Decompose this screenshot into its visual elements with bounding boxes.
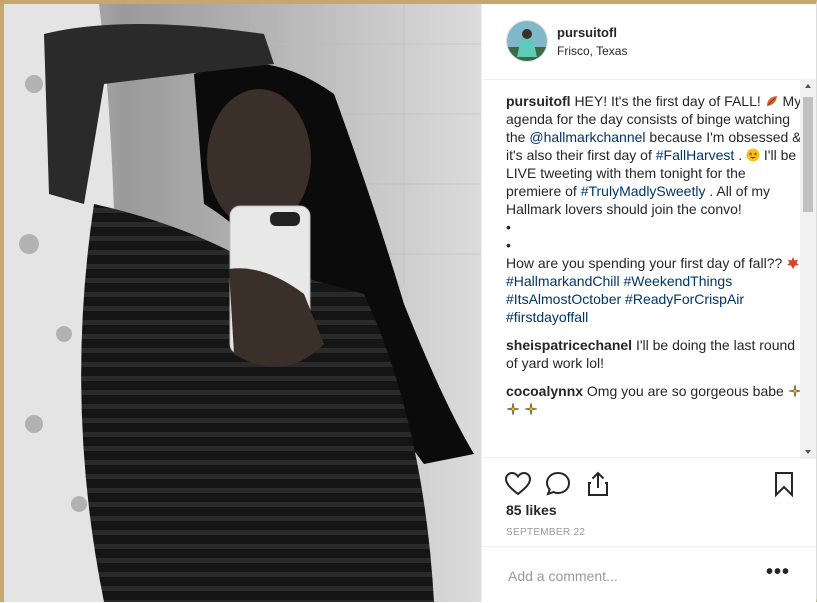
post-photo[interactable] (4, 4, 481, 602)
comment-username[interactable]: cocoalynnx (506, 383, 583, 399)
comment-text: Omg you are so gorgeous babe (587, 383, 788, 399)
leaf-emoji (786, 256, 800, 270)
mention-link[interactable]: @hallmarkchannel (529, 129, 645, 145)
add-comment-bar: ••• (482, 546, 816, 603)
scrollbar-thumb[interactable] (803, 97, 813, 212)
selfie-image (4, 4, 481, 602)
hashtag-link[interactable]: #firstdayoffall (506, 309, 588, 325)
add-comment-input[interactable] (506, 564, 760, 588)
caption-text: . (734, 147, 746, 163)
post-date: SEPTEMBER 22 (506, 527, 585, 538)
post-header: pursuitofl Frisco, Texas (482, 4, 816, 80)
avatar[interactable] (506, 20, 548, 62)
hashtag-link[interactable]: #ItsAlmostOctober (506, 291, 621, 307)
bookmark-icon[interactable] (770, 470, 798, 498)
hashtag-link[interactable]: #HallmarkandChill (506, 273, 620, 289)
bullet: • (506, 236, 804, 254)
comments-list[interactable]: pursuitofl HEY! It's the first day of FA… (506, 92, 804, 457)
share-icon[interactable] (584, 470, 612, 498)
hashtag-link[interactable]: #TrulyMadlySweetly (581, 183, 706, 199)
caption-username[interactable]: pursuitofl (506, 93, 571, 109)
comment-icon[interactable] (544, 470, 572, 498)
caption-text: How are you spending your first day of f… (506, 255, 786, 271)
avatar-image (507, 21, 547, 61)
leaf-emoji (765, 94, 779, 108)
sparkles-emoji (506, 402, 520, 416)
action-bar (482, 457, 816, 508)
post-username[interactable]: pursuitofl (557, 25, 617, 40)
hashtag-link[interactable]: #ReadyForCrispAir (625, 291, 744, 307)
more-options-button[interactable]: ••• (766, 561, 790, 584)
caption: pursuitofl HEY! It's the first day of FA… (506, 92, 804, 326)
sparkles-emoji (524, 402, 538, 416)
comment-username[interactable]: sheispatricechanel (506, 337, 632, 353)
heart-icon[interactable] (504, 470, 532, 498)
bullet: • (506, 218, 804, 236)
hashtag-link[interactable]: #FallHarvest (656, 147, 735, 163)
post-location[interactable]: Frisco, Texas (557, 44, 627, 58)
comments-scrollbar[interactable] (800, 79, 816, 459)
caption-text: HEY! It's the first day of FALL! (574, 93, 764, 109)
scroll-down-icon[interactable] (805, 450, 811, 454)
likes-count[interactable]: 85 likes (506, 502, 557, 518)
star-eyes-emoji (746, 148, 760, 162)
hashtag-link[interactable]: #WeekendThings (624, 273, 733, 289)
post-panel: pursuitofl Frisco, Texas pursuitofl HEY!… (481, 4, 816, 602)
scroll-up-icon[interactable] (805, 84, 811, 88)
comment: sheispatricechanel I'll be doing the las… (506, 336, 804, 372)
comment: cocoalynnx Omg you are so gorgeous babe (506, 382, 804, 418)
